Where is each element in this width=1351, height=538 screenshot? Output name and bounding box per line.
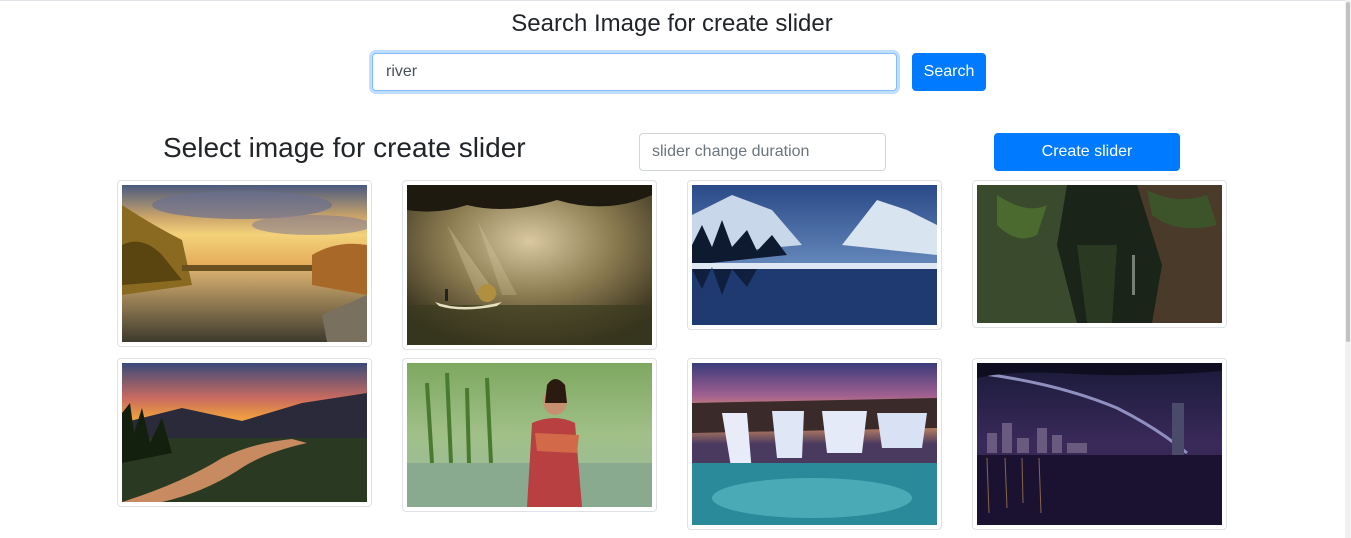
image-card-3[interactable] [687,180,942,330]
image-card-7[interactable] [687,358,942,530]
search-title: Search Image for create slider [511,10,833,37]
search-button[interactable]: Search [912,53,986,91]
scrollbar[interactable] [1345,0,1351,538]
boat-in-fog-light-rays-image[interactable] [407,185,652,345]
top-border [0,0,1351,1]
slider-duration-input[interactable] [639,133,886,171]
canyon-waterfall-green-image[interactable] [977,185,1222,323]
slider-title: Select image for create slider [163,132,526,163]
image-card-5[interactable] [117,358,372,507]
image-card-2[interactable] [402,180,657,350]
river-sunset-autumn-image[interactable] [122,185,367,342]
bridge-night-city-image[interactable] [977,363,1222,525]
waterfall-sunset-image[interactable] [692,363,937,525]
search-input[interactable] [372,53,897,91]
scrollbar-thumb[interactable] [1346,2,1350,342]
woman-in-water-image[interactable] [407,363,652,507]
river-valley-dusk-image[interactable] [122,363,367,502]
image-card-4[interactable] [972,180,1227,328]
create-slider-button[interactable]: Create slider [994,133,1180,171]
image-card-1[interactable] [117,180,372,347]
image-card-6[interactable] [402,358,657,512]
image-card-8[interactable] [972,358,1227,530]
snowy-mountains-lake-reflection-image[interactable] [692,185,937,325]
